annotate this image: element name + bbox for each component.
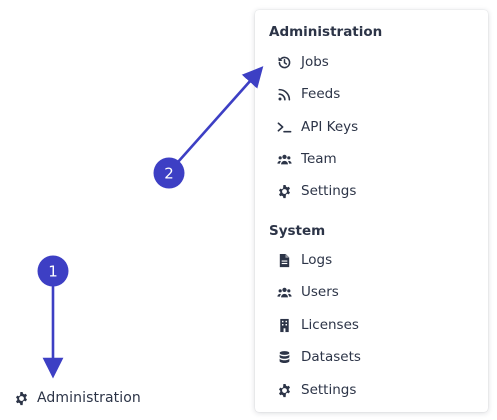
menu-item-logs[interactable]: Logs	[277, 249, 332, 271]
users-icon	[277, 285, 292, 300]
rss-feed-icon	[277, 87, 292, 102]
administration-flyout-menu: Administration Jobs Feeds API Keys Team …	[255, 10, 488, 412]
menu-item-licenses[interactable]: Licenses	[277, 314, 359, 336]
gear-icon	[277, 383, 292, 398]
menu-item-datasets[interactable]: Datasets	[277, 346, 361, 368]
sidebar-item-administration[interactable]: Administration	[14, 386, 141, 410]
menu-item-label: Datasets	[301, 349, 361, 365]
menu-item-system-settings[interactable]: Settings	[277, 379, 356, 401]
step-2-badge: 2	[153, 157, 185, 189]
menu-item-team[interactable]: Team	[277, 148, 337, 170]
menu-item-label: Licenses	[301, 317, 359, 333]
history-icon	[277, 55, 292, 70]
menu-item-settings[interactable]: Settings	[277, 180, 356, 202]
menu-item-label: Logs	[301, 252, 333, 268]
menu-item-jobs[interactable]: Jobs	[277, 51, 329, 73]
menu-item-label: API Keys	[301, 119, 359, 135]
building-icon	[277, 318, 292, 333]
gear-icon	[277, 184, 292, 199]
users-icon	[277, 152, 292, 167]
menu-item-label: Users	[301, 284, 339, 300]
section-title-administration: Administration	[269, 24, 383, 40]
step-2-arrow	[177, 66, 264, 163]
menu-item-users[interactable]: Users	[277, 281, 339, 303]
step-1-badge: 1	[37, 255, 69, 287]
menu-item-api-keys[interactable]: API Keys	[277, 116, 358, 138]
step-1-badge-number: 1	[48, 263, 58, 281]
sidebar-item-label: Administration	[37, 390, 141, 406]
file-icon	[277, 253, 292, 268]
menu-item-label: Settings	[301, 382, 357, 398]
gear-icon	[14, 391, 29, 406]
menu-item-label: Feeds	[301, 86, 341, 102]
section-title-system: System	[269, 223, 326, 239]
step-2-badge-number: 2	[164, 165, 174, 183]
menu-item-label: Team	[301, 151, 337, 167]
terminal-icon	[277, 120, 292, 135]
menu-item-label: Jobs	[301, 54, 329, 70]
menu-item-feeds[interactable]: Feeds	[277, 83, 340, 105]
database-icon	[277, 350, 292, 365]
menu-item-label: Settings	[301, 183, 357, 199]
